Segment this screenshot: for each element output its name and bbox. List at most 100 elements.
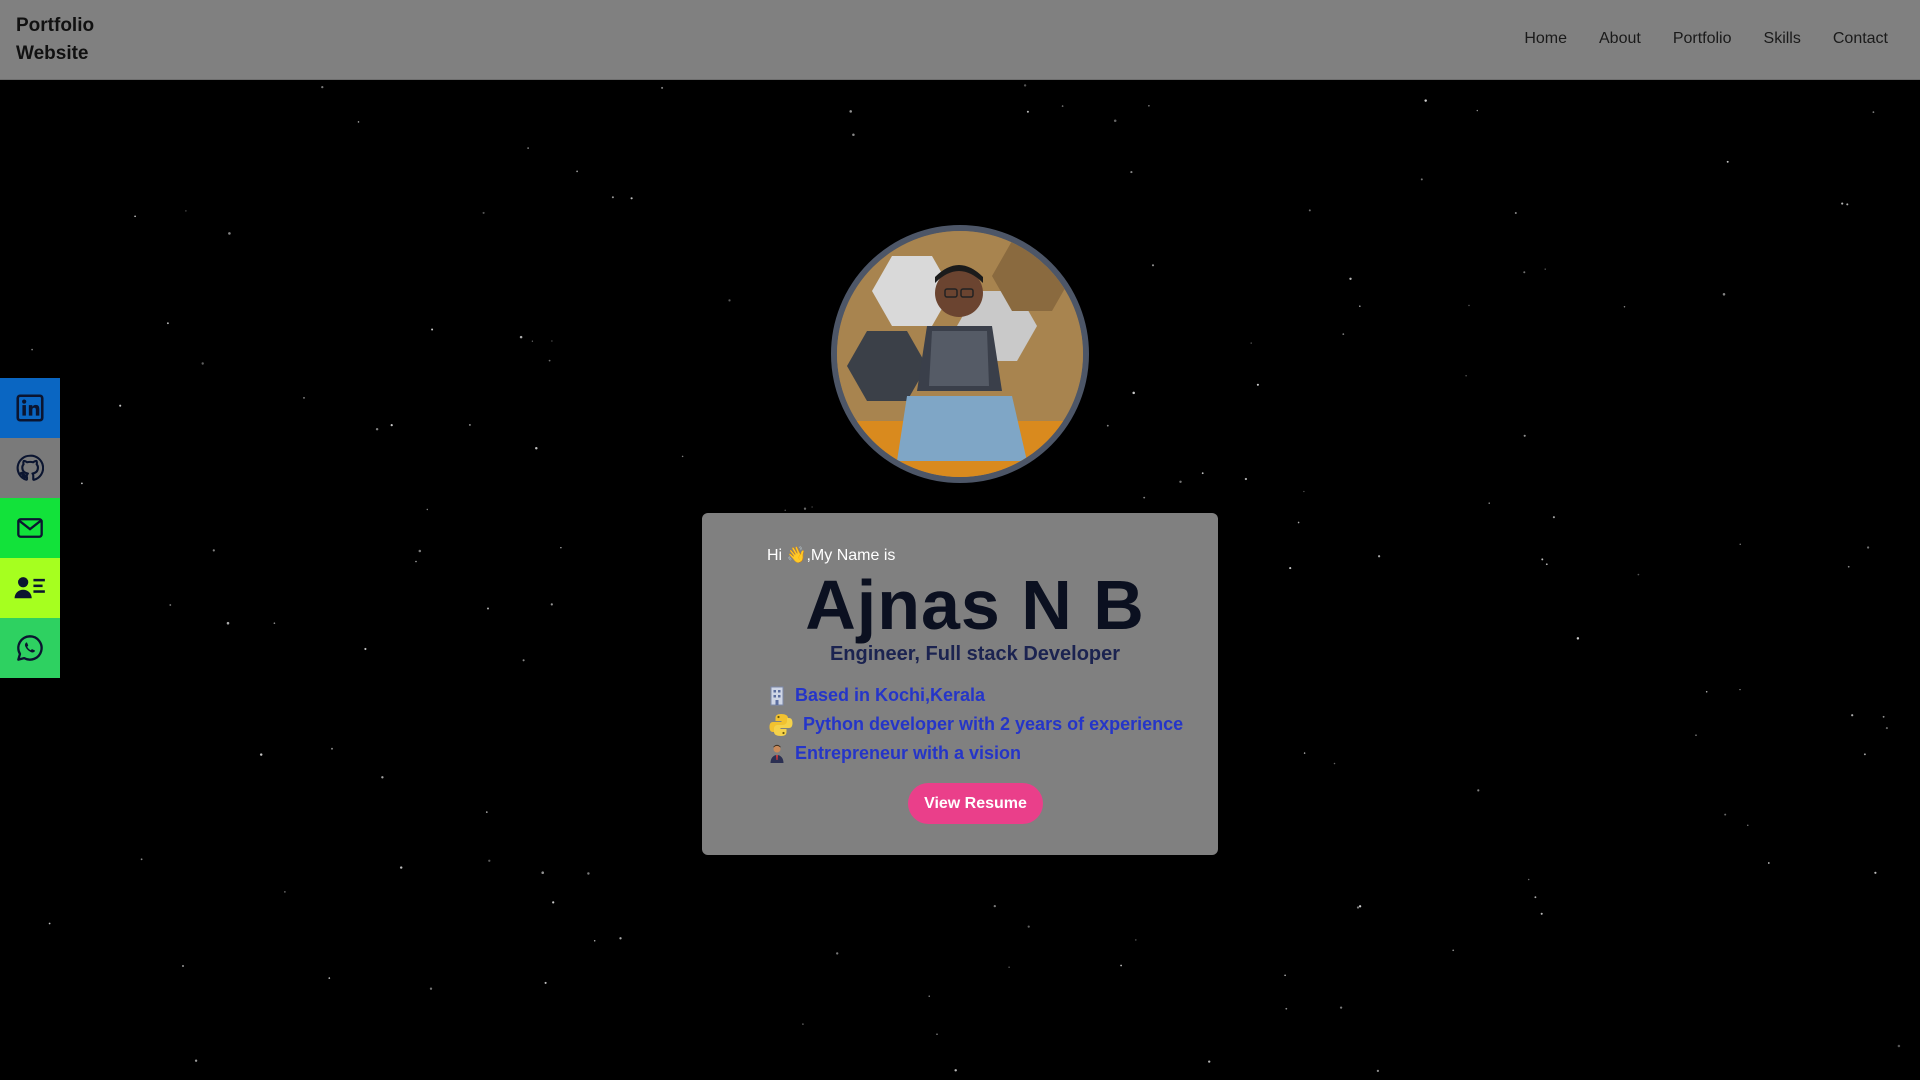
- star: [1424, 99, 1427, 102]
- star: [415, 560, 417, 563]
- star: [1113, 119, 1117, 122]
- star: [1452, 949, 1455, 952]
- star: [1023, 84, 1027, 87]
- star: [1885, 727, 1888, 730]
- star: [1872, 111, 1875, 113]
- star: [728, 299, 731, 302]
- star: [399, 866, 403, 869]
- star: [1841, 202, 1844, 205]
- star: [1130, 171, 1133, 174]
- star: [1297, 521, 1300, 524]
- star: [31, 348, 33, 351]
- star: [185, 210, 187, 212]
- star: [993, 904, 996, 908]
- star: [1623, 306, 1626, 308]
- star: [418, 549, 422, 553]
- star: [169, 604, 172, 606]
- nav-skills[interactable]: Skills: [1764, 26, 1801, 52]
- star: [1342, 333, 1345, 335]
- star: [81, 482, 83, 485]
- star: [531, 340, 534, 342]
- star: [1488, 502, 1490, 504]
- fact-entrepreneur-text: Entrepreneur with a vision: [795, 743, 1022, 763]
- star: [166, 322, 169, 325]
- brand-line-2: Website: [16, 43, 89, 64]
- star: [194, 1059, 198, 1062]
- social-sidebar: [0, 378, 60, 678]
- mail-icon: [17, 518, 43, 538]
- star: [1201, 472, 1204, 475]
- fact-location-text: Based in Kochi,Kerala: [795, 685, 986, 705]
- nav-portfolio[interactable]: Portfolio: [1673, 26, 1732, 52]
- star: [284, 891, 286, 893]
- star: [1143, 496, 1146, 499]
- star: [1308, 209, 1311, 212]
- star: [1739, 688, 1741, 691]
- star: [1179, 480, 1182, 484]
- star: [1726, 160, 1729, 163]
- star: [1724, 813, 1727, 816]
- star: [1256, 383, 1259, 386]
- star: [1534, 896, 1537, 899]
- star: [550, 603, 553, 606]
- star: [328, 977, 331, 979]
- star: [1527, 878, 1530, 881]
- nav-home[interactable]: Home: [1524, 26, 1567, 52]
- view-resume-button[interactable]: View Resume: [908, 783, 1043, 824]
- star: [390, 424, 393, 427]
- nav-contact[interactable]: Contact: [1833, 26, 1888, 52]
- star: [928, 995, 930, 997]
- star: [1545, 563, 1548, 566]
- brand-logo[interactable]: Portfolio Website: [16, 12, 136, 68]
- star: [802, 1023, 804, 1025]
- star: [468, 423, 471, 426]
- star: [1285, 1007, 1288, 1010]
- star: [541, 871, 544, 874]
- star: [619, 937, 622, 940]
- star: [1026, 110, 1029, 113]
- star: [1106, 424, 1109, 427]
- star: [593, 940, 596, 942]
- whatsapp-link[interactable]: [0, 618, 60, 678]
- linkedin-link[interactable]: [0, 378, 60, 438]
- nav-about[interactable]: About: [1599, 26, 1641, 52]
- star: [1695, 734, 1697, 737]
- github-icon: [16, 454, 44, 481]
- star: [357, 121, 360, 123]
- star: [1705, 690, 1708, 693]
- star: [1008, 966, 1010, 968]
- star: [1576, 637, 1580, 640]
- building-icon: [767, 684, 787, 708]
- star: [849, 110, 852, 113]
- whatsapp-icon: [17, 635, 43, 661]
- fact-python-text: Python developer with 2 years of experie…: [803, 714, 1184, 734]
- star: [936, 1033, 938, 1035]
- python-icon: [767, 713, 795, 737]
- star: [1866, 546, 1870, 549]
- star: [1376, 1069, 1380, 1073]
- star: [134, 215, 136, 218]
- star: [1477, 789, 1480, 792]
- star: [1359, 305, 1361, 307]
- star: [519, 335, 523, 339]
- star: [1540, 912, 1543, 915]
- star: [431, 328, 434, 331]
- star: [228, 232, 231, 235]
- star: [535, 447, 538, 450]
- facts-list: Based in Kochi,Kerala Python developer w…: [767, 681, 1183, 768]
- star: [303, 397, 305, 399]
- star: [1552, 516, 1555, 519]
- star: [364, 647, 367, 651]
- star: [954, 1069, 957, 1072]
- star: [140, 858, 143, 861]
- star: [1339, 1006, 1343, 1009]
- star: [544, 981, 547, 984]
- star: [1250, 342, 1252, 344]
- star: [1851, 714, 1854, 717]
- github-link[interactable]: [0, 438, 60, 498]
- resume-contact-link[interactable]: [0, 558, 60, 618]
- star: [1244, 477, 1248, 481]
- star: [522, 659, 525, 662]
- fact-location: Based in Kochi,Kerala: [767, 681, 1183, 710]
- email-link[interactable]: [0, 498, 60, 558]
